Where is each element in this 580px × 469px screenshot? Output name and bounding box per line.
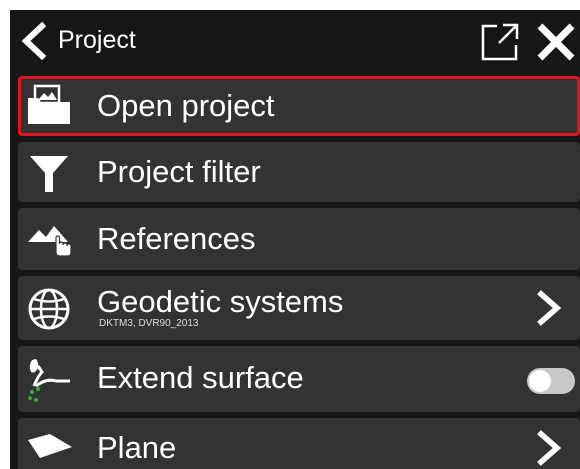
menu-item-label: Project filter [97,154,261,189]
chevron-right-icon [537,290,562,326]
extend-surface-icon [28,359,70,402]
menu-item-geodetic-systems[interactable]: Geodetic systems DKTM3, DVR90_2013 [18,276,580,340]
menu-item-open-project[interactable]: Open project [18,76,580,136]
funnel-icon [30,156,68,192]
open-in-new-window-icon[interactable] [479,21,521,63]
open-folder-icon [28,84,70,124]
toggle-knob [529,370,551,392]
menu-item-label: Extend surface [97,360,304,395]
menu-item-label: Plane [97,430,177,465]
references-icon [28,226,72,257]
header-bar: Project [10,10,580,72]
menu-item-sublabel: DKTM3, DVR90_2013 [99,318,199,329]
menu-item-label: Open project [97,88,275,123]
plane-icon [28,434,72,458]
menu-item-label: Geodetic systems [97,284,344,319]
menu-item-label: References [97,221,256,256]
menu-item-extend-surface[interactable]: Extend surface [18,346,580,412]
close-icon[interactable] [536,22,576,62]
project-menu-panel: Project Open project Project filter Refe… [10,10,580,469]
menu-item-references[interactable]: References [18,208,580,270]
menu-item-plane[interactable]: Plane [18,418,580,469]
chevron-right-icon [537,430,562,466]
globe-icon [28,288,70,330]
menu-item-project-filter[interactable]: Project filter [18,142,580,202]
page-title: Project [58,26,136,54]
extend-surface-toggle[interactable] [527,368,575,394]
chevron-left-icon[interactable] [16,22,50,60]
